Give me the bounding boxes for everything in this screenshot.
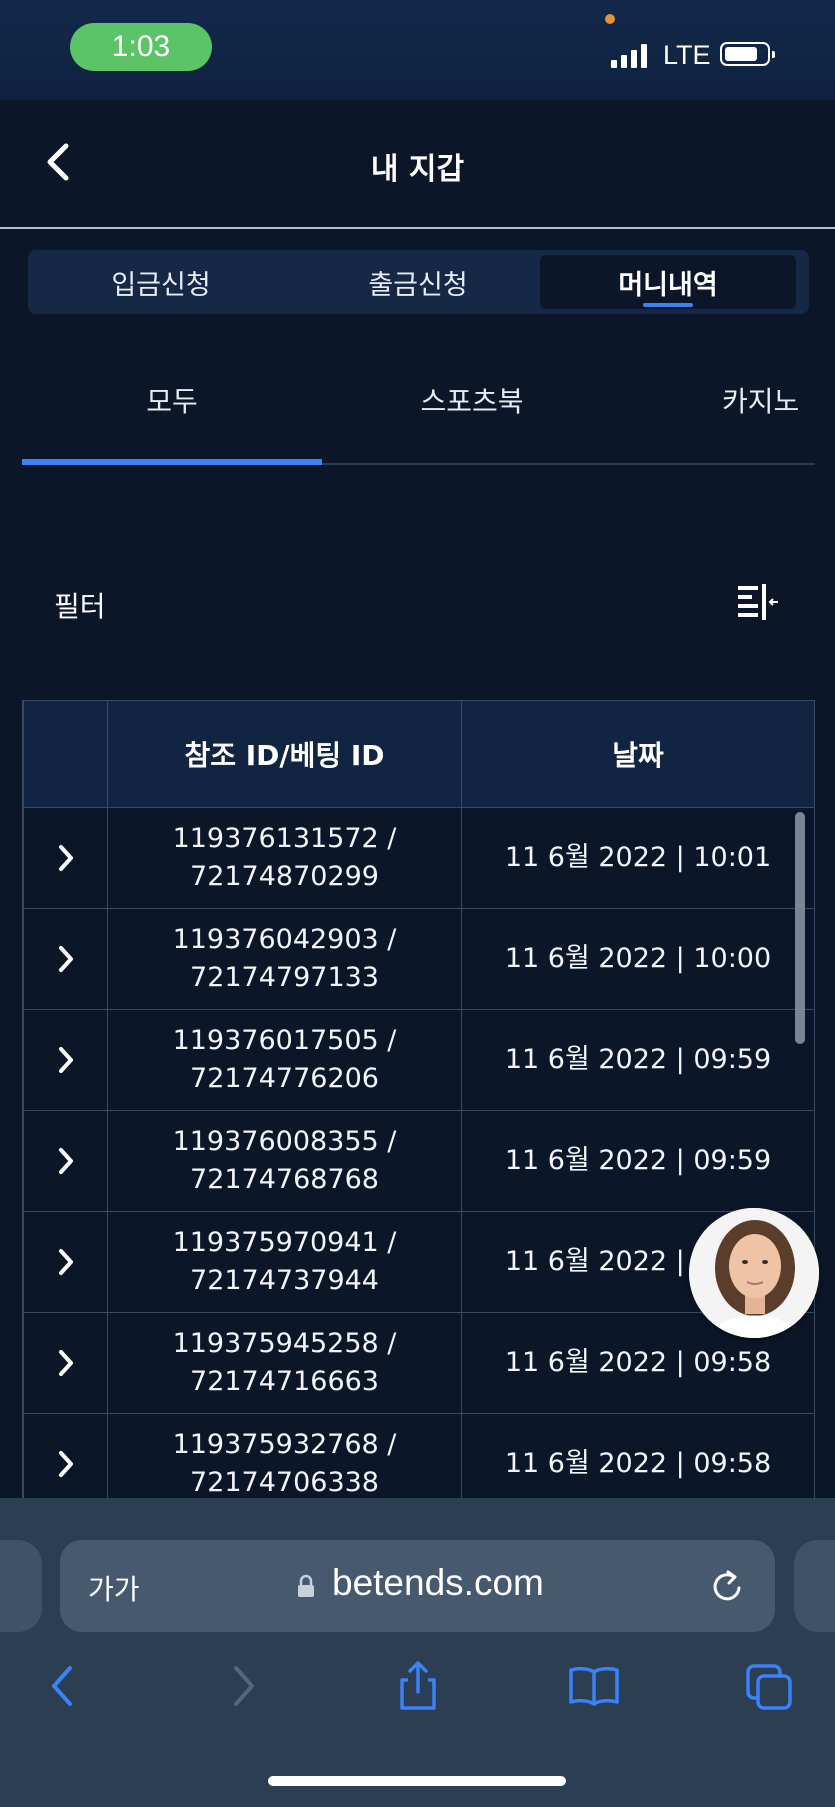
- avatar-portrait-icon: [689, 1208, 819, 1338]
- expand-row-button[interactable]: [23, 1312, 108, 1414]
- date-cell: 11 6월 2022 | 10:01: [461, 807, 814, 909]
- column-header-expand: [23, 700, 108, 808]
- subtab-all[interactable]: 모두: [22, 380, 322, 420]
- privacy-indicator-dot: [605, 14, 615, 24]
- address-bar[interactable]: 가가 betends.com: [60, 1540, 775, 1632]
- bet-id: 72174737944: [190, 1265, 379, 1296]
- home-indicator: [268, 1776, 566, 1786]
- status-time: 1:03: [70, 23, 212, 71]
- bet-id: 72174768768: [190, 1164, 379, 1195]
- chevron-right-icon: [58, 1249, 73, 1275]
- filter-label: 필터: [54, 590, 106, 623]
- reference-id: 119375970941 /: [172, 1227, 397, 1258]
- bet-id: 72174797133: [190, 962, 379, 993]
- browser-forward-icon[interactable]: [214, 1658, 270, 1714]
- expand-row-button[interactable]: [23, 1009, 108, 1111]
- browser-back-icon[interactable]: [36, 1658, 92, 1714]
- reference-bet-id-cell: 119375932768 / 72174706338: [107, 1413, 462, 1498]
- table-row[interactable]: 119375932768 / 72174706338 11 6월 2022 | 0…: [23, 1413, 814, 1498]
- table-row[interactable]: 119376008355 / 72174768768 11 6월 2022 | 0…: [23, 1110, 814, 1212]
- tab-deposit-request[interactable]: 입금신청: [33, 255, 289, 309]
- table-row[interactable]: 119376131572 / 72174870299 11 6월 2022 | 1…: [23, 807, 814, 909]
- bet-id: 72174716663: [190, 1366, 379, 1397]
- table-row[interactable]: 119375945258 /72174716663 11 6월 2022 | 0…: [23, 1312, 814, 1414]
- date-cell: 11 6월 2022 | 09:59: [461, 1110, 814, 1212]
- table-row[interactable]: 119376017505 / 72174776206 11 6월 2022 | 0…: [23, 1009, 814, 1111]
- reference-bet-id-cell: 119376042903 / 72174797133: [107, 908, 462, 1010]
- reference-id: 119375932768 /: [172, 1429, 397, 1460]
- date-cell: 11 6월 2022 | 09:58: [461, 1413, 814, 1498]
- reference-id: 119376042903 /: [172, 924, 397, 955]
- date-cell: 11 6월 2022 | 10:00: [461, 908, 814, 1010]
- chevron-right-icon: [58, 1047, 73, 1073]
- tab-withdraw-request[interactable]: 출금신청: [290, 255, 546, 309]
- tab-money-history[interactable]: 머니내역: [540, 255, 796, 309]
- subtab-casino[interactable]: 카지노: [722, 380, 832, 420]
- previous-tab-preview[interactable]: [0, 1540, 42, 1632]
- reference-bet-id-cell: 119375970941 / 72174737944: [107, 1211, 462, 1313]
- table-row[interactable]: 119376042903 / 72174797133 11 6월 2022 | 1…: [23, 908, 814, 1010]
- tabs-icon[interactable]: [742, 1658, 798, 1714]
- chevron-right-icon: [58, 845, 73, 871]
- status-bar: 1:03 LTE: [0, 0, 835, 100]
- filter-icon[interactable]: [734, 580, 780, 624]
- bet-id: 72174706338: [190, 1467, 379, 1498]
- reference-bet-id-cell: 119376008355 / 72174768768: [107, 1110, 462, 1212]
- expand-row-button[interactable]: [23, 1413, 108, 1498]
- browser-toolbar: 가가 betends.com: [0, 1498, 835, 1807]
- url-text: betends.com: [332, 1562, 544, 1603]
- battery-icon: [720, 42, 775, 66]
- chevron-right-icon: [58, 1350, 73, 1376]
- bet-id: 72174776206: [190, 1063, 379, 1094]
- date-cell: 11 6월 2022 | 09:59: [461, 1009, 814, 1111]
- column-header-date: 날짜: [461, 700, 814, 808]
- column-header-reference-id: 참조 ID/베팅 ID: [107, 700, 462, 808]
- history-category-tabs: 모두 스포츠북 카지노: [22, 360, 815, 465]
- subtab-sportsbook[interactable]: 스포츠북: [322, 380, 622, 420]
- active-subtab-indicator: [22, 459, 322, 465]
- reference-id: 119375945258 /: [172, 1328, 397, 1359]
- table-header-row: 참조 ID/베팅 ID 날짜: [23, 700, 814, 808]
- expand-row-button[interactable]: [23, 908, 108, 1010]
- page-title: 내 지갑: [370, 152, 465, 187]
- reference-id: 119376017505 /: [172, 1025, 397, 1056]
- expand-row-button[interactable]: [23, 1110, 108, 1212]
- chevron-right-icon: [58, 946, 73, 972]
- reference-id: 119376131572 /: [172, 823, 397, 854]
- chevron-right-icon: [58, 1148, 73, 1174]
- expand-row-button[interactable]: [23, 807, 108, 909]
- chevron-right-icon: [58, 1451, 73, 1477]
- transaction-table-container: 참조 ID/베팅 ID 날짜 119376131572 / 72174870299…: [22, 700, 815, 1498]
- next-tab-preview[interactable]: [794, 1540, 835, 1632]
- transaction-table: 참조 ID/베팅 ID 날짜 119376131572 / 72174870299…: [23, 700, 814, 1498]
- cellular-signal-icon: [611, 44, 647, 68]
- expand-row-button[interactable]: [23, 1211, 108, 1313]
- text-size-button[interactable]: 가가: [88, 1568, 140, 1608]
- reference-bet-id-cell: 119375945258 / 72174716663: [107, 1312, 462, 1414]
- reference-bet-id-cell: 119376131572 / 72174870299: [107, 807, 462, 909]
- reload-icon[interactable]: [708, 1566, 748, 1606]
- bet-id: 72174870299: [190, 861, 379, 892]
- page-header: 내 지갑: [0, 100, 835, 229]
- support-chat-avatar[interactable]: [689, 1208, 819, 1338]
- reference-bet-id-cell: 119376017505 / 72174776206: [107, 1009, 462, 1111]
- lock-icon: [298, 1574, 314, 1597]
- network-type: LTE: [663, 40, 711, 70]
- share-icon[interactable]: [390, 1658, 446, 1714]
- reference-id: 119376008355 /: [172, 1126, 397, 1157]
- wallet-tab-bar: 입금신청 출금신청 머니내역: [28, 250, 809, 314]
- table-scrollbar[interactable]: [795, 812, 805, 1044]
- bookmarks-icon[interactable]: [566, 1658, 622, 1714]
